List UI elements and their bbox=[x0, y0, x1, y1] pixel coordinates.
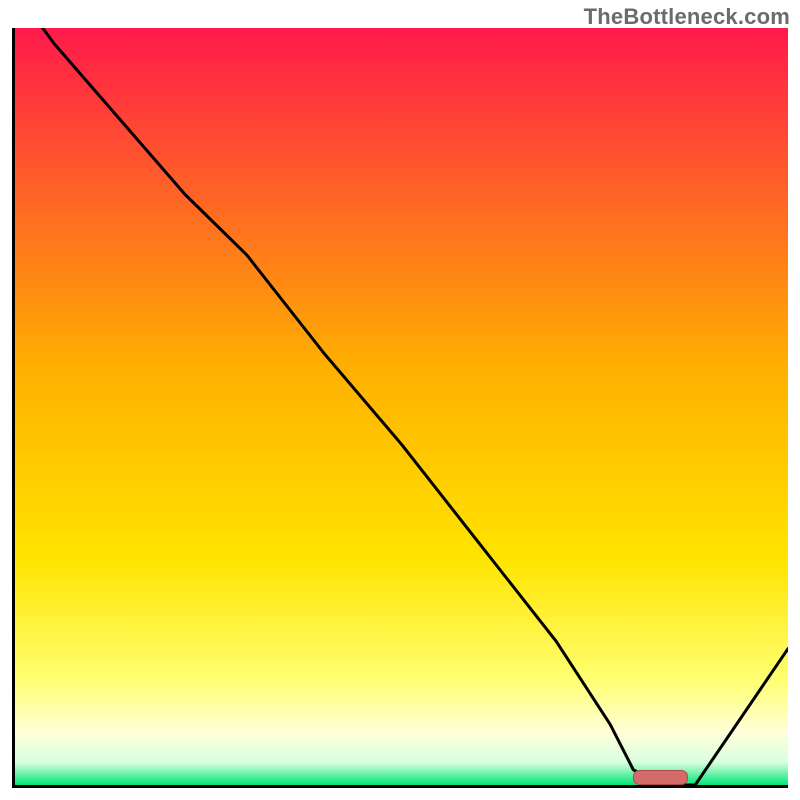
optimal-marker bbox=[633, 771, 687, 785]
gradient-background bbox=[15, 28, 788, 785]
chart-container: TheBottleneck.com bbox=[0, 0, 800, 800]
plot-svg bbox=[15, 28, 788, 785]
plot-area bbox=[15, 28, 788, 785]
watermark-text: TheBottleneck.com bbox=[584, 4, 790, 30]
